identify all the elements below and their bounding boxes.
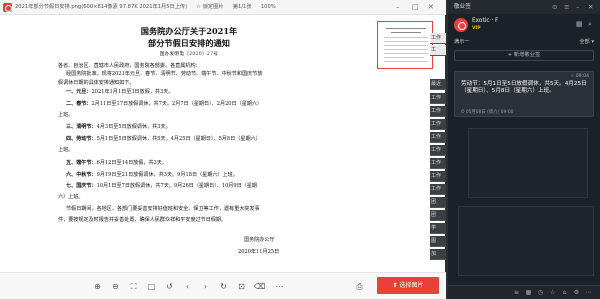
prev-image-icon[interactable]: ‹: [182, 281, 193, 292]
viewer-title: 2021年部分节假日安排.png(600×814像素 97.87K 2021年1…: [15, 4, 188, 10]
doc-item: 一、元旦：2021年1月1日至3日放假，共3天。: [66, 89, 174, 95]
viewer-title-bar: 2021年部分节假日安排.png(600×814像素 97.87K 2021年1…: [0, 0, 446, 15]
add-tab-icon[interactable]: +: [433, 263, 443, 273]
rotate-right-icon[interactable]: ↻: [218, 281, 229, 292]
doc-item: 六）上班。: [58, 194, 84, 200]
doc-item: 六、中秋节：9月19日至21日放假调休，共3天。9月18日（星期六）上班。: [66, 172, 238, 178]
notes-bottom-bar: ≡ ▦ ◷ ☆ ⌂ ⚙ ⋯: [448, 285, 600, 299]
doc-item: 四、劳动节：5月1日至5日放假调休，共5天。4月25日（星期日）、5月8日（星期…: [66, 136, 261, 142]
delete-icon[interactable]: ⌫: [254, 281, 265, 292]
side-tab[interactable]: 最近: [430, 79, 446, 90]
side-tab[interactable]: 工作: [430, 93, 446, 104]
side-tab[interactable]: 工作: [430, 158, 446, 169]
doc-item: 二、春节：2月11日至17日放假调休，共7天。2月7日（星期日）、2月20日（星…: [66, 101, 263, 107]
side-tab[interactable]: 加: [430, 249, 446, 260]
doc-item: 上班。: [58, 112, 74, 118]
menu-icon[interactable]: ≡: [564, 0, 569, 14]
star-icon[interactable]: ☆: [548, 288, 557, 297]
side-tab-strip: 工作 工 最近 工作 工作 工作 工作 工作 工作 工作 工作 团 团 学 图 …: [430, 33, 446, 278]
select-image-button[interactable]: ⬆ 选择图片: [377, 277, 439, 294]
pin-label[interactable]: 锁定图片: [203, 4, 224, 10]
new-note-button[interactable]: + 新增敬业签: [454, 50, 594, 61]
notes-filter-row: 满示一 全部 ▾: [454, 38, 594, 48]
doc-closing-2: 件，要按规定及时报告并妥善处置，确保人民群众祥和平安度过节日假期。: [58, 217, 227, 223]
more-icon[interactable]: ⋯: [274, 281, 285, 292]
more-icon[interactable]: ⋯: [584, 288, 593, 297]
doc-addressee: 各省、自治区、直辖市人民政府，国务院各部委、各直属机构：: [58, 63, 201, 69]
side-tab[interactable]: 工作: [430, 132, 446, 143]
page-indicator: 第1/1张: [232, 4, 252, 10]
doc-item: 五、端午节：6月12日至14日放假，共3天。: [66, 160, 167, 166]
pin-window-icon[interactable]: ⊙: [552, 0, 557, 14]
clock-icon[interactable]: ◷: [536, 288, 545, 297]
doc-item: 上班。: [58, 147, 74, 153]
background-window-frame: [458, 206, 594, 276]
note-time: ☆ 09:04: [570, 74, 589, 79]
minimize-icon[interactable]: –: [576, 0, 579, 14]
doc-intro-1: 经国务院批准，现将2021年元旦、春节、清明节、劳动节、端午节、中秋节和国庆节放: [66, 71, 263, 77]
settings-icon[interactable]: ⚙: [572, 288, 581, 297]
print-icon[interactable]: ⎙: [354, 281, 365, 292]
calendar-icon[interactable]: ▦: [576, 20, 583, 28]
doc-title-line1: 国务院办公厅关于2021年: [140, 26, 238, 36]
notes-panel: 敬业签 ⊙ ≡ – ✕ Exotic · F VIP ▦ ⌕ 满示一 全部 ▾ …: [448, 0, 600, 299]
side-tab[interactable]: 图: [430, 236, 446, 247]
actual-size-icon[interactable]: □: [146, 281, 157, 292]
next-image-icon[interactable]: ›: [200, 281, 211, 292]
lock-icon[interactable]: ⌂: [560, 288, 569, 297]
side-tab[interactable]: 工作: [430, 106, 446, 117]
close-icon[interactable]: ✕: [428, 0, 434, 15]
calendar-icon[interactable]: ▦: [524, 288, 533, 297]
maximize-icon[interactable]: □: [412, 0, 419, 15]
doc-signature: 国务院办公厅: [244, 237, 275, 243]
side-tab[interactable]: 团: [430, 210, 446, 221]
image-viewer-window: 2021年部分节假日安排.png(600×814像素 97.87K 2021年1…: [0, 0, 446, 299]
side-tab[interactable]: 工作: [430, 33, 446, 44]
avatar[interactable]: [454, 18, 468, 32]
pin-icon[interactable]: ☆: [196, 4, 201, 10]
side-tab[interactable]: 工作: [430, 119, 446, 130]
minimize-icon[interactable]: –: [396, 0, 400, 15]
side-tab[interactable]: 工作: [430, 145, 446, 156]
side-tab[interactable]: 工: [430, 45, 446, 56]
filter-label[interactable]: 满示一: [454, 38, 470, 45]
zoom-in-icon[interactable]: ⊕: [92, 281, 103, 292]
zoom-out-icon[interactable]: ⊖: [110, 281, 121, 292]
zoom-level: 100%: [260, 4, 276, 10]
list-icon[interactable]: ≡: [512, 288, 521, 297]
close-icon[interactable]: ✕: [588, 0, 593, 14]
user-header: Exotic · F VIP ▦ ⌕: [448, 14, 600, 36]
filter-dropdown[interactable]: 全部 ▾: [579, 38, 594, 45]
side-tab[interactable]: 工作: [430, 171, 446, 182]
doc-ref-no: 国办发明电〔2020〕27号: [159, 52, 219, 57]
crop-icon[interactable]: ⊡: [236, 281, 247, 292]
side-tab[interactable]: 学: [430, 223, 446, 234]
note-card[interactable]: ☆ 09:04 劳动节：5月1日至5日放假调休，共5天。4月25日（星期日）、5…: [454, 71, 594, 117]
vip-badge: VIP: [472, 26, 481, 31]
notes-title-bar: 敬业签 ⊙ ≡ – ✕: [448, 0, 600, 14]
background-window-frame: [468, 128, 588, 198]
rotate-left-icon[interactable]: ↺: [164, 281, 175, 292]
doc-date: 2020年11月25日: [238, 249, 280, 255]
side-tab[interactable]: 团: [430, 197, 446, 208]
note-reminder: ⏱ 05月08日 (周六) 09:00: [461, 110, 514, 115]
document-image: 国务院办公厅关于2021年 部分节假日安排的通知 国办发明电〔2020〕27号 …: [6, 16, 372, 272]
doc-title-line2: 部分节假日安排的通知: [148, 38, 230, 48]
doc-item: 三、清明节：4月3日至5日放假调休，共3天。: [66, 124, 171, 130]
side-tab[interactable]: 工作: [430, 184, 446, 195]
notes-app-title: 敬业签: [454, 4, 471, 10]
doc-item: 七、国庆节：10月1日至7日放假调休，共7天。9月26日（星期日）、10月9日（…: [66, 183, 258, 189]
doc-intro-2: 假调休日期的具体安排通知如下。: [58, 80, 135, 86]
fit-window-icon[interactable]: ⛶: [128, 281, 139, 292]
page-thumbnail[interactable]: [377, 21, 433, 69]
doc-closing-1: 节假日期间，各地区、各部门要妥善安排好值班和安全、保卫等工作，遇有重大突发事: [66, 206, 260, 212]
note-text: 劳动节：5月1日至5日放假调休，共5天。4月25日（星期日）、5月8日（星期六）…: [461, 81, 587, 95]
username: Exotic · F: [472, 18, 499, 24]
search-icon[interactable]: ⌕: [588, 20, 592, 29]
app-logo-icon: [3, 3, 12, 12]
